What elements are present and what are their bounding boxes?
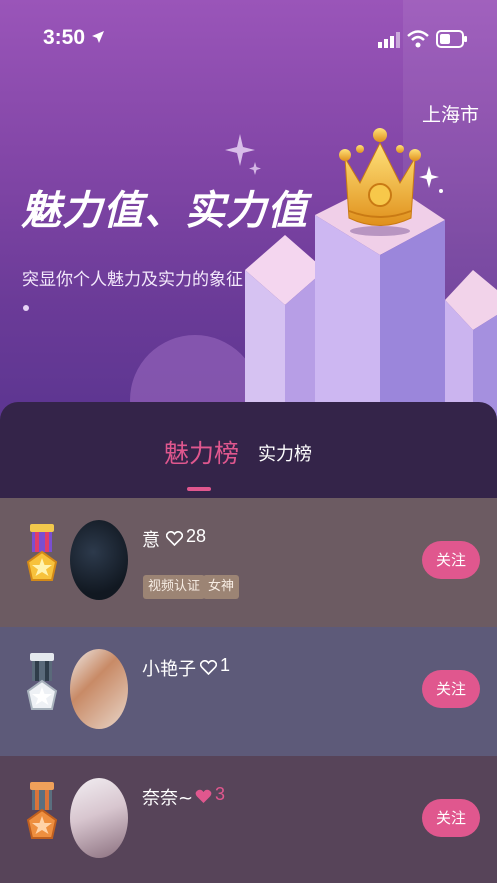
tab-charm-ranking[interactable]: 魅力榜: [164, 434, 239, 470]
gold-medal-icon: [26, 524, 58, 581]
user-name: 意: [142, 530, 160, 551]
ranking-row[interactable]: 奈奈~ 3 关注: [0, 756, 497, 883]
heart-count: 1: [220, 655, 231, 675]
user-name: 小艳子: [142, 659, 196, 680]
heart-count: 28: [186, 526, 207, 546]
heart-count: 3: [215, 784, 226, 804]
hero-banner: 3:50 上海市 魅力值、实力值 突显你个人魅力及实力的象征: [0, 0, 497, 430]
crown-icon: [339, 128, 421, 236]
location-arrow-icon: [92, 31, 104, 43]
city-selector[interactable]: 上海市: [422, 100, 479, 127]
follow-button[interactable]: 关注: [422, 670, 480, 708]
user-name: 奈奈~: [142, 788, 194, 809]
hero-subtitle: 突显你个人魅力及实力的象征: [22, 270, 243, 290]
follow-button[interactable]: 关注: [422, 799, 480, 837]
tag-video-verified: 视频认证: [143, 575, 206, 599]
follow-button[interactable]: 关注: [422, 541, 480, 579]
ranking-row[interactable]: 小艳子 1 关注: [0, 627, 497, 756]
signal-icon: [378, 32, 400, 48]
tag-goddess: 女神: [203, 575, 240, 599]
sparkle-icon: [419, 166, 443, 193]
silver-medal-icon: [26, 653, 58, 710]
status-time: 3:50: [43, 26, 86, 49]
tab-strength-ranking[interactable]: 实力榜: [258, 440, 312, 466]
heart-outline-icon: [200, 660, 217, 675]
avatar[interactable]: [70, 520, 128, 600]
active-tab-indicator: [187, 487, 211, 491]
hero-title: 魅力值、实力值: [21, 188, 308, 234]
wifi-icon: [407, 30, 429, 48]
bronze-medal-icon: [26, 782, 58, 839]
avatar[interactable]: [70, 778, 128, 858]
sparkle-icon: [225, 134, 261, 175]
heart-outline-icon: [166, 531, 183, 546]
decorative-dot: [23, 305, 29, 311]
tabs-panel: [0, 402, 497, 498]
avatar[interactable]: [70, 649, 128, 729]
heart-filled-icon: [195, 789, 212, 803]
battery-icon: [436, 30, 467, 48]
ranking-row[interactable]: 意 28 视频认证 女神 关注: [0, 498, 497, 627]
